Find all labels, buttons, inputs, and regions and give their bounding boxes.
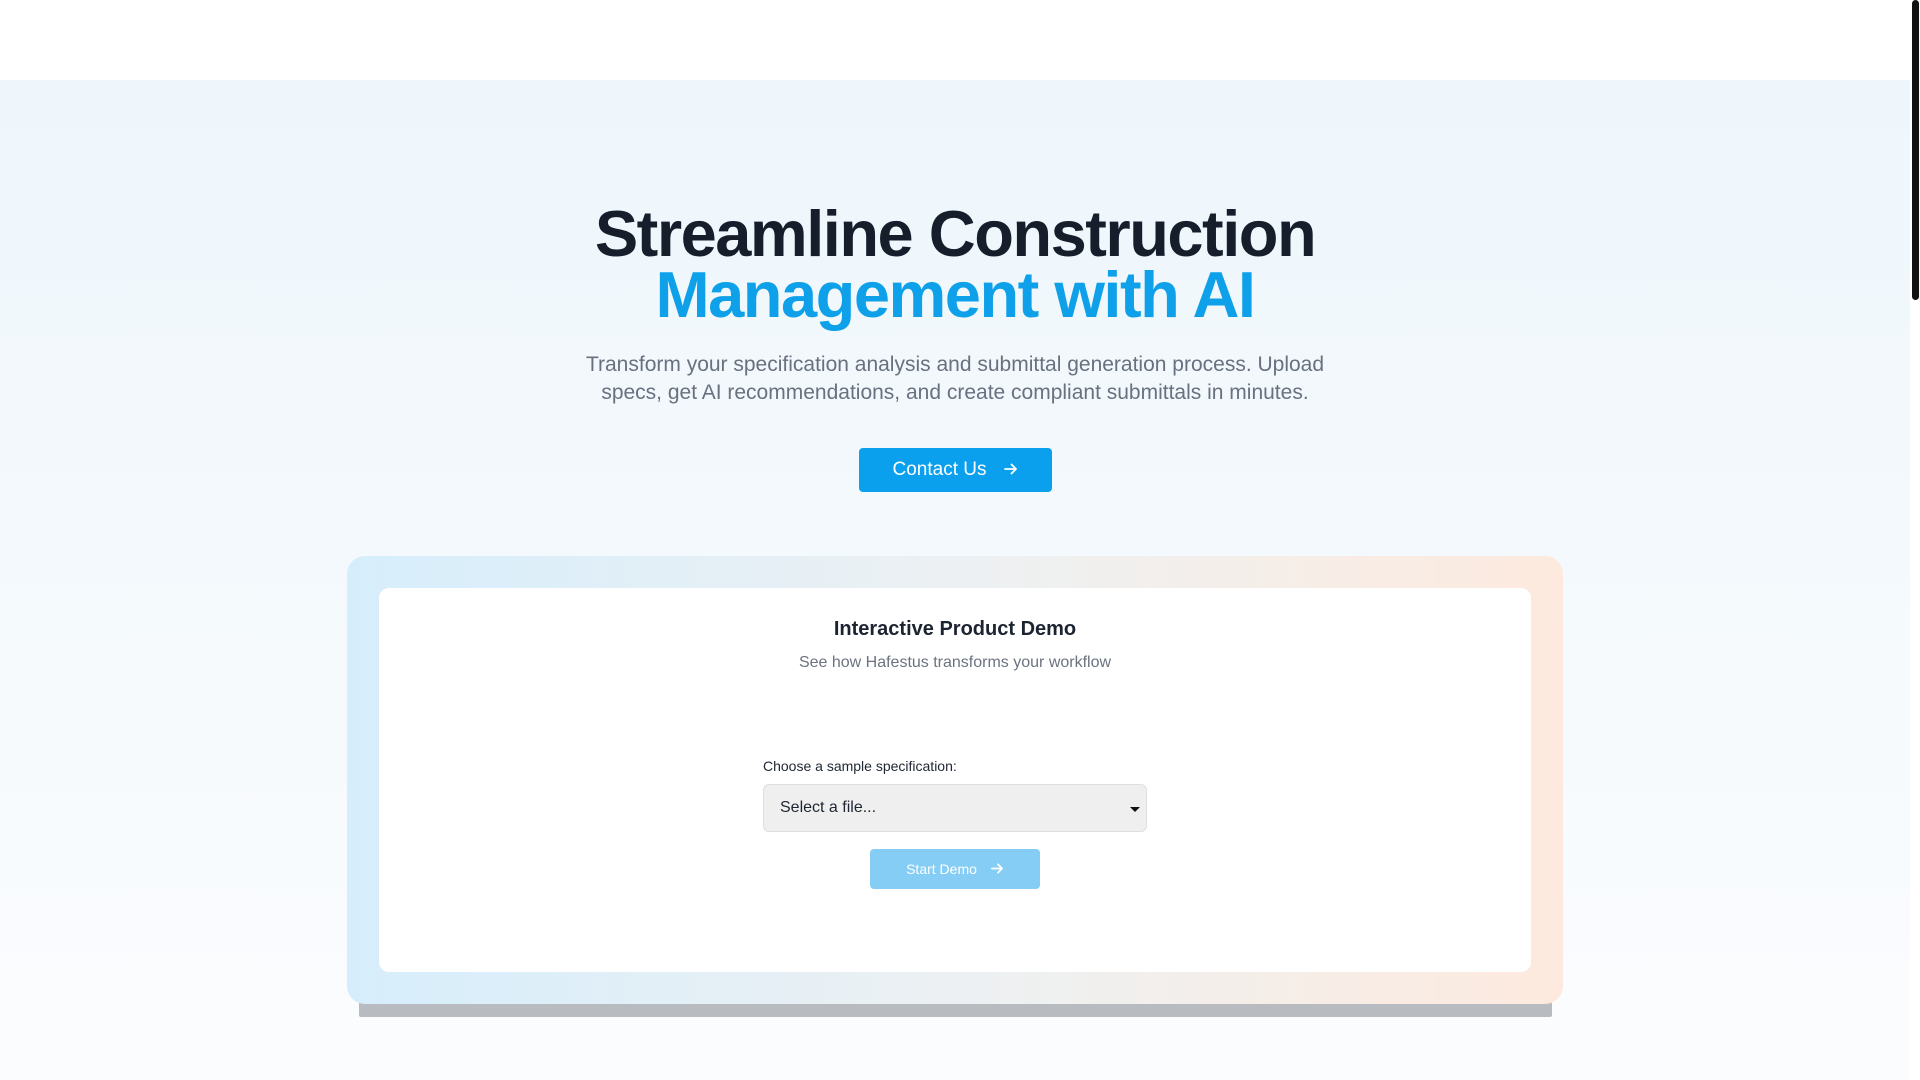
contact-us-button[interactable]: Contact Us <box>859 448 1052 492</box>
demo-frame: Interactive Product Demo See how Hafestu… <box>347 556 1563 1004</box>
arrow-right-icon <box>990 861 1004 878</box>
scrollbar-thumb[interactable] <box>1912 0 1919 300</box>
start-demo-button[interactable]: Start Demo <box>870 849 1040 889</box>
specification-select-value: Select a file... <box>780 799 877 816</box>
demo-title: Interactive Product Demo <box>833 618 1077 640</box>
arrow-right-icon <box>1004 462 1018 479</box>
page: Streamline Construction Management with … <box>0 0 1920 1080</box>
hero-title-line1: Streamline Construction <box>594 197 1317 270</box>
hero-subtitle: Transform your specification analysis an… <box>585 353 1325 404</box>
caret-down-icon <box>1130 807 1140 812</box>
hero-title: Streamline Construction Management with … <box>0 197 1910 331</box>
demo-card: Interactive Product Demo See how Hafestu… <box>379 588 1531 972</box>
top-navigation-bar <box>0 0 1910 80</box>
start-demo-label: Start Demo <box>906 861 977 877</box>
vertical-scrollbar[interactable] <box>1910 0 1920 1080</box>
contact-us-label: Contact Us <box>892 459 987 480</box>
specification-select-label: Choose a sample specification: <box>763 758 957 774</box>
demo-subtitle: See how Hafestus transforms your workflo… <box>798 654 1112 671</box>
specification-select[interactable]: Select a file... <box>763 784 1147 832</box>
hero-title-line2: Management with AI <box>655 258 1256 331</box>
